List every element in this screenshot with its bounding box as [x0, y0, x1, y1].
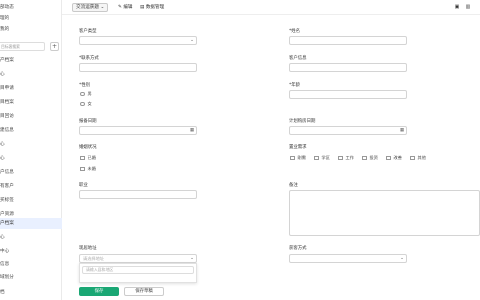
sidebar-item[interactable]: 部动态	[0, 2, 62, 13]
sidebar-item[interactable]: 产档案	[0, 55, 62, 66]
checkbox-icon	[314, 155, 319, 161]
purpose-option[interactable]: 改善	[386, 155, 402, 161]
checkbox-icon	[338, 155, 343, 161]
marital-label: 婚姻状况	[79, 145, 97, 150]
sidebar-item[interactable]: 买标签	[0, 195, 62, 206]
visit-address-select[interactable]: 请选择地址 ⌄	[79, 254, 197, 263]
sidebar-item[interactable]: 中心	[0, 246, 62, 257]
name-input[interactable]	[289, 36, 407, 45]
gender-option-label: 女	[87, 101, 92, 106]
checkbox-icon	[362, 155, 367, 161]
sidebar-item[interactable]: 我的	[0, 24, 62, 35]
sidebar-item[interactable]: 域划分	[0, 272, 62, 283]
data-manage-button[interactable]: ▤ 数据管理	[140, 3, 164, 12]
purpose-option-label: 其他	[417, 155, 426, 160]
sidebar-item[interactable]: 户信息	[0, 167, 62, 178]
sidebar-item[interactable]: 心	[0, 153, 62, 164]
age-label: *年龄	[289, 83, 300, 88]
chevron-down-icon: ⌄	[400, 256, 404, 261]
sidebar-item[interactable]: 心	[0, 69, 62, 80]
share-icon[interactable]: ▥	[465, 4, 471, 10]
submit-button[interactable]: 保存	[79, 287, 119, 296]
sidebar-add-button[interactable]: +	[50, 42, 59, 51]
visit-address-label: 现居地址	[79, 246, 97, 251]
report-date-label: 报备日期	[79, 119, 97, 124]
edit-button[interactable]: ✎ 编辑	[118, 3, 133, 12]
checkbox-icon	[386, 155, 391, 161]
sidebar-item[interactable]: 有客户	[0, 181, 62, 192]
customer-type-select[interactable]: ⌄	[79, 36, 197, 45]
sidebar-item[interactable]: 档	[0, 287, 62, 298]
toolbar: 交流运获题 ⌄ ✎ 编辑 ▤ 数据管理 ▣ ▥	[62, 0, 480, 15]
purpose-option-label: 投资	[369, 155, 378, 160]
purpose-option[interactable]: 工作	[338, 155, 354, 161]
view-dropdown-label: 交流运获题	[76, 5, 99, 10]
marital-option-married[interactable]: 已婚	[80, 155, 96, 161]
sidebar-item[interactable]: 目申请	[0, 83, 62, 94]
report-date-picker[interactable]: ▦	[79, 126, 197, 135]
sidebar-item[interactable]: 心	[0, 139, 62, 150]
occupation-input[interactable]	[79, 190, 197, 199]
marital-option-label: 已婚	[87, 155, 96, 160]
planned-date-picker[interactable]: ▦	[289, 126, 407, 135]
view-dropdown-button[interactable]: 交流运获题 ⌄	[72, 3, 109, 12]
chevron-down-icon: ⌄	[190, 256, 194, 261]
purpose-option[interactable]: 投资	[362, 155, 378, 161]
visit-address-placeholder: 请选择地址	[83, 256, 104, 261]
chevron-down-icon: ⌄	[190, 38, 194, 43]
sidebar-item[interactable]: 心	[0, 232, 62, 243]
channel-label: 获客方式	[289, 246, 307, 251]
sidebar-item-active[interactable]: 户档案	[0, 218, 62, 229]
radio-icon	[80, 101, 85, 107]
checkbox-icon	[410, 155, 415, 161]
checkbox-icon	[290, 155, 295, 161]
calendar-icon: ▦	[399, 128, 404, 133]
purpose-option-label: 改善	[393, 155, 402, 160]
edit-label: 编辑	[123, 5, 133, 10]
data-manage-label: 数据管理	[145, 5, 165, 10]
occupation-label: 职业	[79, 183, 88, 188]
radio-icon	[80, 91, 85, 97]
purpose-option-label: 学区	[321, 155, 330, 160]
sidebar: 部动态 理的 我的 目标客搜索 + 产档案 心 目申请 目档案 目回访 建信息 …	[0, 0, 62, 300]
sidebar-item[interactable]: 目回访	[0, 111, 62, 122]
purpose-option-label: 刚需	[297, 155, 306, 160]
age-input[interactable]	[289, 90, 407, 99]
name-label: *姓名	[289, 29, 300, 34]
purpose-option[interactable]: 刚需	[290, 155, 306, 161]
chevron-down-icon: ⌄	[100, 5, 105, 10]
calendar-icon: ▦	[189, 128, 194, 133]
notes-textarea[interactable]	[289, 190, 480, 236]
gender-option-label: 男	[87, 91, 92, 96]
address-dropdown-panel: 请输入县和地区	[79, 263, 197, 283]
checkbox-icon	[80, 155, 85, 161]
gender-option-female[interactable]: 女	[80, 101, 92, 107]
sidebar-item[interactable]: 目档案	[0, 97, 62, 108]
sidebar-item[interactable]: 理的	[0, 13, 62, 24]
purpose-label: 置业需求	[289, 145, 307, 150]
address-search-input[interactable]: 请输入县和地区	[82, 266, 194, 274]
planned-date-label: 计划购房日期	[289, 119, 316, 124]
customer-source-label: 客户信息	[289, 56, 307, 61]
gender-option-male[interactable]: 男	[80, 91, 92, 97]
customer-type-label: 客户类型	[79, 29, 97, 34]
sidebar-item[interactable]: 建信息	[0, 125, 62, 136]
customer-source-input[interactable]	[289, 63, 407, 72]
channel-select[interactable]: ⌄	[289, 254, 407, 263]
gender-label: *性别	[79, 83, 90, 88]
contact-input[interactable]	[79, 63, 197, 72]
checkbox-icon	[80, 166, 85, 172]
save-draft-button[interactable]: 保存草稿	[124, 287, 164, 296]
save-icon[interactable]: ▣	[454, 4, 460, 10]
notes-label: 备注	[289, 183, 298, 188]
purpose-option[interactable]: 学区	[314, 155, 330, 161]
marital-option-label: 未婚	[87, 166, 96, 171]
marital-option-single[interactable]: 未婚	[80, 166, 96, 172]
purpose-option[interactable]: 其他	[410, 155, 426, 161]
contact-label: *联系方式	[79, 56, 99, 61]
purpose-option-label: 工作	[345, 155, 354, 160]
sidebar-item[interactable]: 信息	[0, 259, 62, 270]
sidebar-search-input[interactable]: 目标客搜索	[0, 42, 45, 51]
